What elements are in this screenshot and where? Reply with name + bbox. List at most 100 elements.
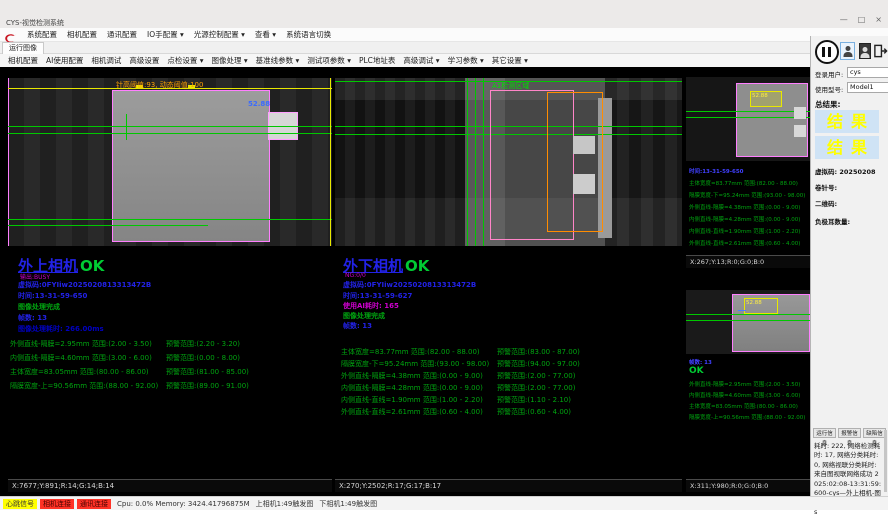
measurement-value: 主体宽度=83.05mm 范围:(80.00 - 86.00) bbox=[10, 367, 149, 377]
barcode-value: 20250208 bbox=[839, 168, 875, 176]
measurement-value: 内侧直线-隔膜=4.60mm 范围:(3.00 - 6.00) bbox=[10, 353, 152, 363]
tool-other-settings[interactable]: 其它设置 ▾ bbox=[492, 55, 528, 66]
menu-item-comm-config[interactable]: 通讯配置 bbox=[107, 29, 137, 40]
menu-item-language-switch[interactable]: 系统语言切换 bbox=[286, 29, 331, 40]
menu-item-system-config[interactable]: 系统配置 bbox=[27, 29, 57, 40]
mini-measure-line: 主体宽度=83.05mm 范围:(80.00 - 86.00) bbox=[689, 402, 798, 410]
tool-image-processing[interactable]: 图像处理 ▾ bbox=[212, 55, 248, 66]
ai-time-line: 使用AI耗时: 165 bbox=[343, 301, 399, 311]
cpu-memory-readout: Cpu: 0.0% Memory: 3424.41796875M bbox=[117, 500, 250, 508]
model-value[interactable]: Model1 bbox=[847, 82, 888, 93]
status-ok: OK bbox=[80, 257, 104, 275]
toolbar: 相机配置 AI使用配置 相机调试 高级设置 点检设置 ▾ 图像处理 ▾ 基准线参… bbox=[0, 54, 810, 68]
tool-camera-config[interactable]: 相机配置 bbox=[8, 55, 38, 66]
measurement-warn: 预警范围:(81.00 - 85.00) bbox=[166, 367, 249, 377]
mini-measure-line: 外侧直线-隔膜=2.95mm 范围:(2.00 - 3.50) bbox=[689, 380, 800, 388]
measurement-warn: 预警范围:(2.20 - 3.20) bbox=[166, 339, 240, 349]
measurement-value: 外侧直线-隔膜=4.38mm 范围:(0.00 - 9.00) bbox=[341, 371, 483, 381]
measurement-warn: 预警范围:(89.00 - 91.00) bbox=[166, 381, 249, 391]
qr-code-label: 二维码: bbox=[815, 198, 837, 208]
comm-connection-badge: 通讯连接 bbox=[77, 499, 111, 509]
tool-spot-check[interactable]: 点检设置 ▾ bbox=[167, 55, 203, 66]
roi-orange-rect bbox=[547, 92, 603, 232]
tool-advanced-settings[interactable]: 高级设置 bbox=[129, 55, 159, 66]
close-icon[interactable]: × bbox=[875, 15, 882, 24]
reflective-part bbox=[794, 125, 806, 137]
measurement-row: 内侧直线-隔膜=4.60mm 范围:(3.00 - 6.00)预警范围:(0.0… bbox=[8, 353, 332, 362]
menu-item-light-config[interactable]: 光源控制配置 ▾ bbox=[194, 29, 245, 40]
tool-test-params[interactable]: 测试项参数 ▾ bbox=[307, 55, 351, 66]
tool-learning-params[interactable]: 学习参数 ▾ bbox=[448, 55, 484, 66]
mini-image-bottom[interactable]: 52.88 bbox=[686, 290, 810, 354]
reflective-part bbox=[573, 174, 595, 194]
status-ok: OK bbox=[405, 257, 429, 275]
admin-login-button[interactable] bbox=[859, 43, 871, 59]
result-box-upper: 结果 bbox=[815, 110, 879, 133]
tool-advanced-debug[interactable]: 高级调试 ▾ bbox=[403, 55, 439, 66]
baseline-h1 bbox=[686, 111, 810, 112]
tool-baseline-params[interactable]: 基准线参数 ▾ bbox=[256, 55, 300, 66]
camera-view-upper-outer[interactable]: 针高阈值:93, 动态阈值:100 52.88 外上相机OK 输出:BUSY 虚… bbox=[8, 67, 332, 492]
title-bar: CYS-视觉检测系统 — □ × bbox=[0, 0, 888, 28]
baseline-v2 bbox=[475, 78, 476, 246]
output-sub-label: NG:0/0 bbox=[345, 272, 366, 279]
tab-defect-info[interactable]: 缺陷信息 bbox=[863, 428, 886, 438]
menu-item-view[interactable]: 查看 ▾ bbox=[255, 29, 276, 40]
status-ok: OK bbox=[689, 366, 704, 376]
logout-button[interactable] bbox=[873, 42, 888, 60]
right-panel: 登录用户: cys 使用型号: Model1 总结果: 结果 结果 虚拟码: 2… bbox=[810, 36, 888, 496]
minimize-icon[interactable]: — bbox=[840, 15, 848, 24]
roi-left-line bbox=[8, 78, 9, 246]
mini-measure-line: 外侧直线-直线=2.61mm 范围:(0.60 - 4.00) bbox=[689, 239, 800, 247]
mini-measure-line: 内侧直线-隔膜=4.60mm 范围:(3.00 - 6.00) bbox=[689, 391, 800, 399]
reflective-part bbox=[794, 107, 806, 119]
tool-plc-address[interactable]: PLC地址表 bbox=[359, 55, 395, 66]
tool-ai-config[interactable]: AI使用配置 bbox=[46, 55, 83, 66]
measurement-row: 内侧直线-隔膜=4.28mm 范围:(0.00 - 9.00) 预警范围:(2.0… bbox=[335, 383, 682, 392]
process-done-line: 图像处理完成 bbox=[343, 311, 385, 321]
measurement-value: 内侧直线-隔膜=4.28mm 范围:(0.00 - 9.00) bbox=[341, 383, 483, 393]
dimension-label: 52.88 bbox=[752, 93, 768, 99]
tab-run-info[interactable]: 运行信息 bbox=[813, 428, 836, 438]
tab-alarm-info[interactable]: 报警信息 bbox=[838, 428, 861, 438]
measurement-row: 外侧直线-直线=2.61mm 范围:(0.60 - 4.00)预警范围:(0.6… bbox=[335, 407, 682, 416]
threshold-overlay-text: 针高阈值:93, 动态阈值:100 bbox=[116, 80, 203, 90]
mini-measure-line: 内侧直线-直线=1.90mm 范围:(1.00 - 2.20) bbox=[689, 227, 800, 235]
maximize-icon[interactable]: □ bbox=[858, 15, 866, 24]
menu-item-io-config[interactable]: IO手配置 ▾ bbox=[147, 29, 184, 40]
tool-camera-debug[interactable]: 相机调试 bbox=[91, 55, 121, 66]
camera-connection-badge: 相机连接 bbox=[40, 499, 74, 509]
mini-measure-line: 主体宽度=83.77mm 范围:(82.00 - 88.00) bbox=[689, 179, 798, 187]
elapsed-line: 图像处理耗时: 266.00ms bbox=[18, 324, 104, 334]
baseline-v1 bbox=[467, 78, 468, 246]
operator-login-button[interactable] bbox=[840, 42, 855, 60]
baseline-v1 bbox=[126, 114, 127, 140]
measurement-value: 主体宽度=83.77mm 范围:(82.00 - 88.00) bbox=[341, 347, 480, 357]
mini-view-top[interactable]: 52.88 时间:13-31-59-650 主体宽度=83.77mm 范围:(8… bbox=[686, 67, 810, 268]
measurement-value: 内侧直线-直线=1.90mm 范围:(1.00 - 2.20) bbox=[341, 395, 483, 405]
login-user-label: 登录用户: bbox=[815, 69, 843, 79]
camera-image-upper-outer[interactable]: 针高阈值:93, 动态阈值:100 52.88 bbox=[8, 78, 332, 246]
frame-count-line: 帧数: 13 bbox=[343, 321, 372, 331]
time-line: 时间:13-31-59-650 bbox=[689, 167, 744, 175]
app-window: CYS-视觉检测系统 — □ × 系统配置 相机配置 通讯配置 IO手配置 ▾ … bbox=[0, 0, 888, 522]
time-line: 时间:13-31-59-650 bbox=[18, 291, 87, 301]
barcode-label-text: 虚拟码: bbox=[815, 168, 837, 176]
pixel-readout: X:267;Y:13;R:0;G:0;B:0 bbox=[686, 255, 810, 268]
login-user-value[interactable]: cys bbox=[847, 67, 888, 78]
panel-scrollbar[interactable] bbox=[884, 430, 887, 492]
camera-view-lower-outer[interactable]: A1检测区域 外下相机OK NG:0/0 虚拟码:0FYIiw202502081… bbox=[335, 67, 682, 492]
menu-item-camera-config[interactable]: 相机配置 bbox=[67, 29, 97, 40]
pause-button[interactable] bbox=[815, 40, 839, 64]
mini-image-top[interactable]: 52.88 bbox=[686, 77, 810, 161]
mini-view-bottom[interactable]: 52.88 帧数: 13 OK 外侧直线-隔膜=2.95mm 范围:(2.00 … bbox=[686, 270, 810, 492]
measurement-warn: 预警范围:(2.00 - 77.00) bbox=[497, 383, 575, 393]
tab-strip: 运行图像 bbox=[0, 42, 810, 54]
barcode-label: 虚拟码: 20250208 bbox=[815, 166, 876, 176]
camera-image-lower-outer[interactable]: A1检测区域 bbox=[335, 78, 682, 246]
measurement-value: 隔膜宽度-下=95.24mm 范围:(93.00 - 98.00) bbox=[341, 359, 489, 369]
measurement-value: 外侧直线-隔膜=2.95mm 范围:(2.00 - 3.50) bbox=[10, 339, 152, 349]
lower-camera-trigger-status: 下相机1:49触发图 bbox=[319, 499, 377, 509]
tab-run-image[interactable]: 运行图像 bbox=[2, 42, 44, 54]
detect-area-label: A1检测区域 bbox=[492, 81, 529, 91]
